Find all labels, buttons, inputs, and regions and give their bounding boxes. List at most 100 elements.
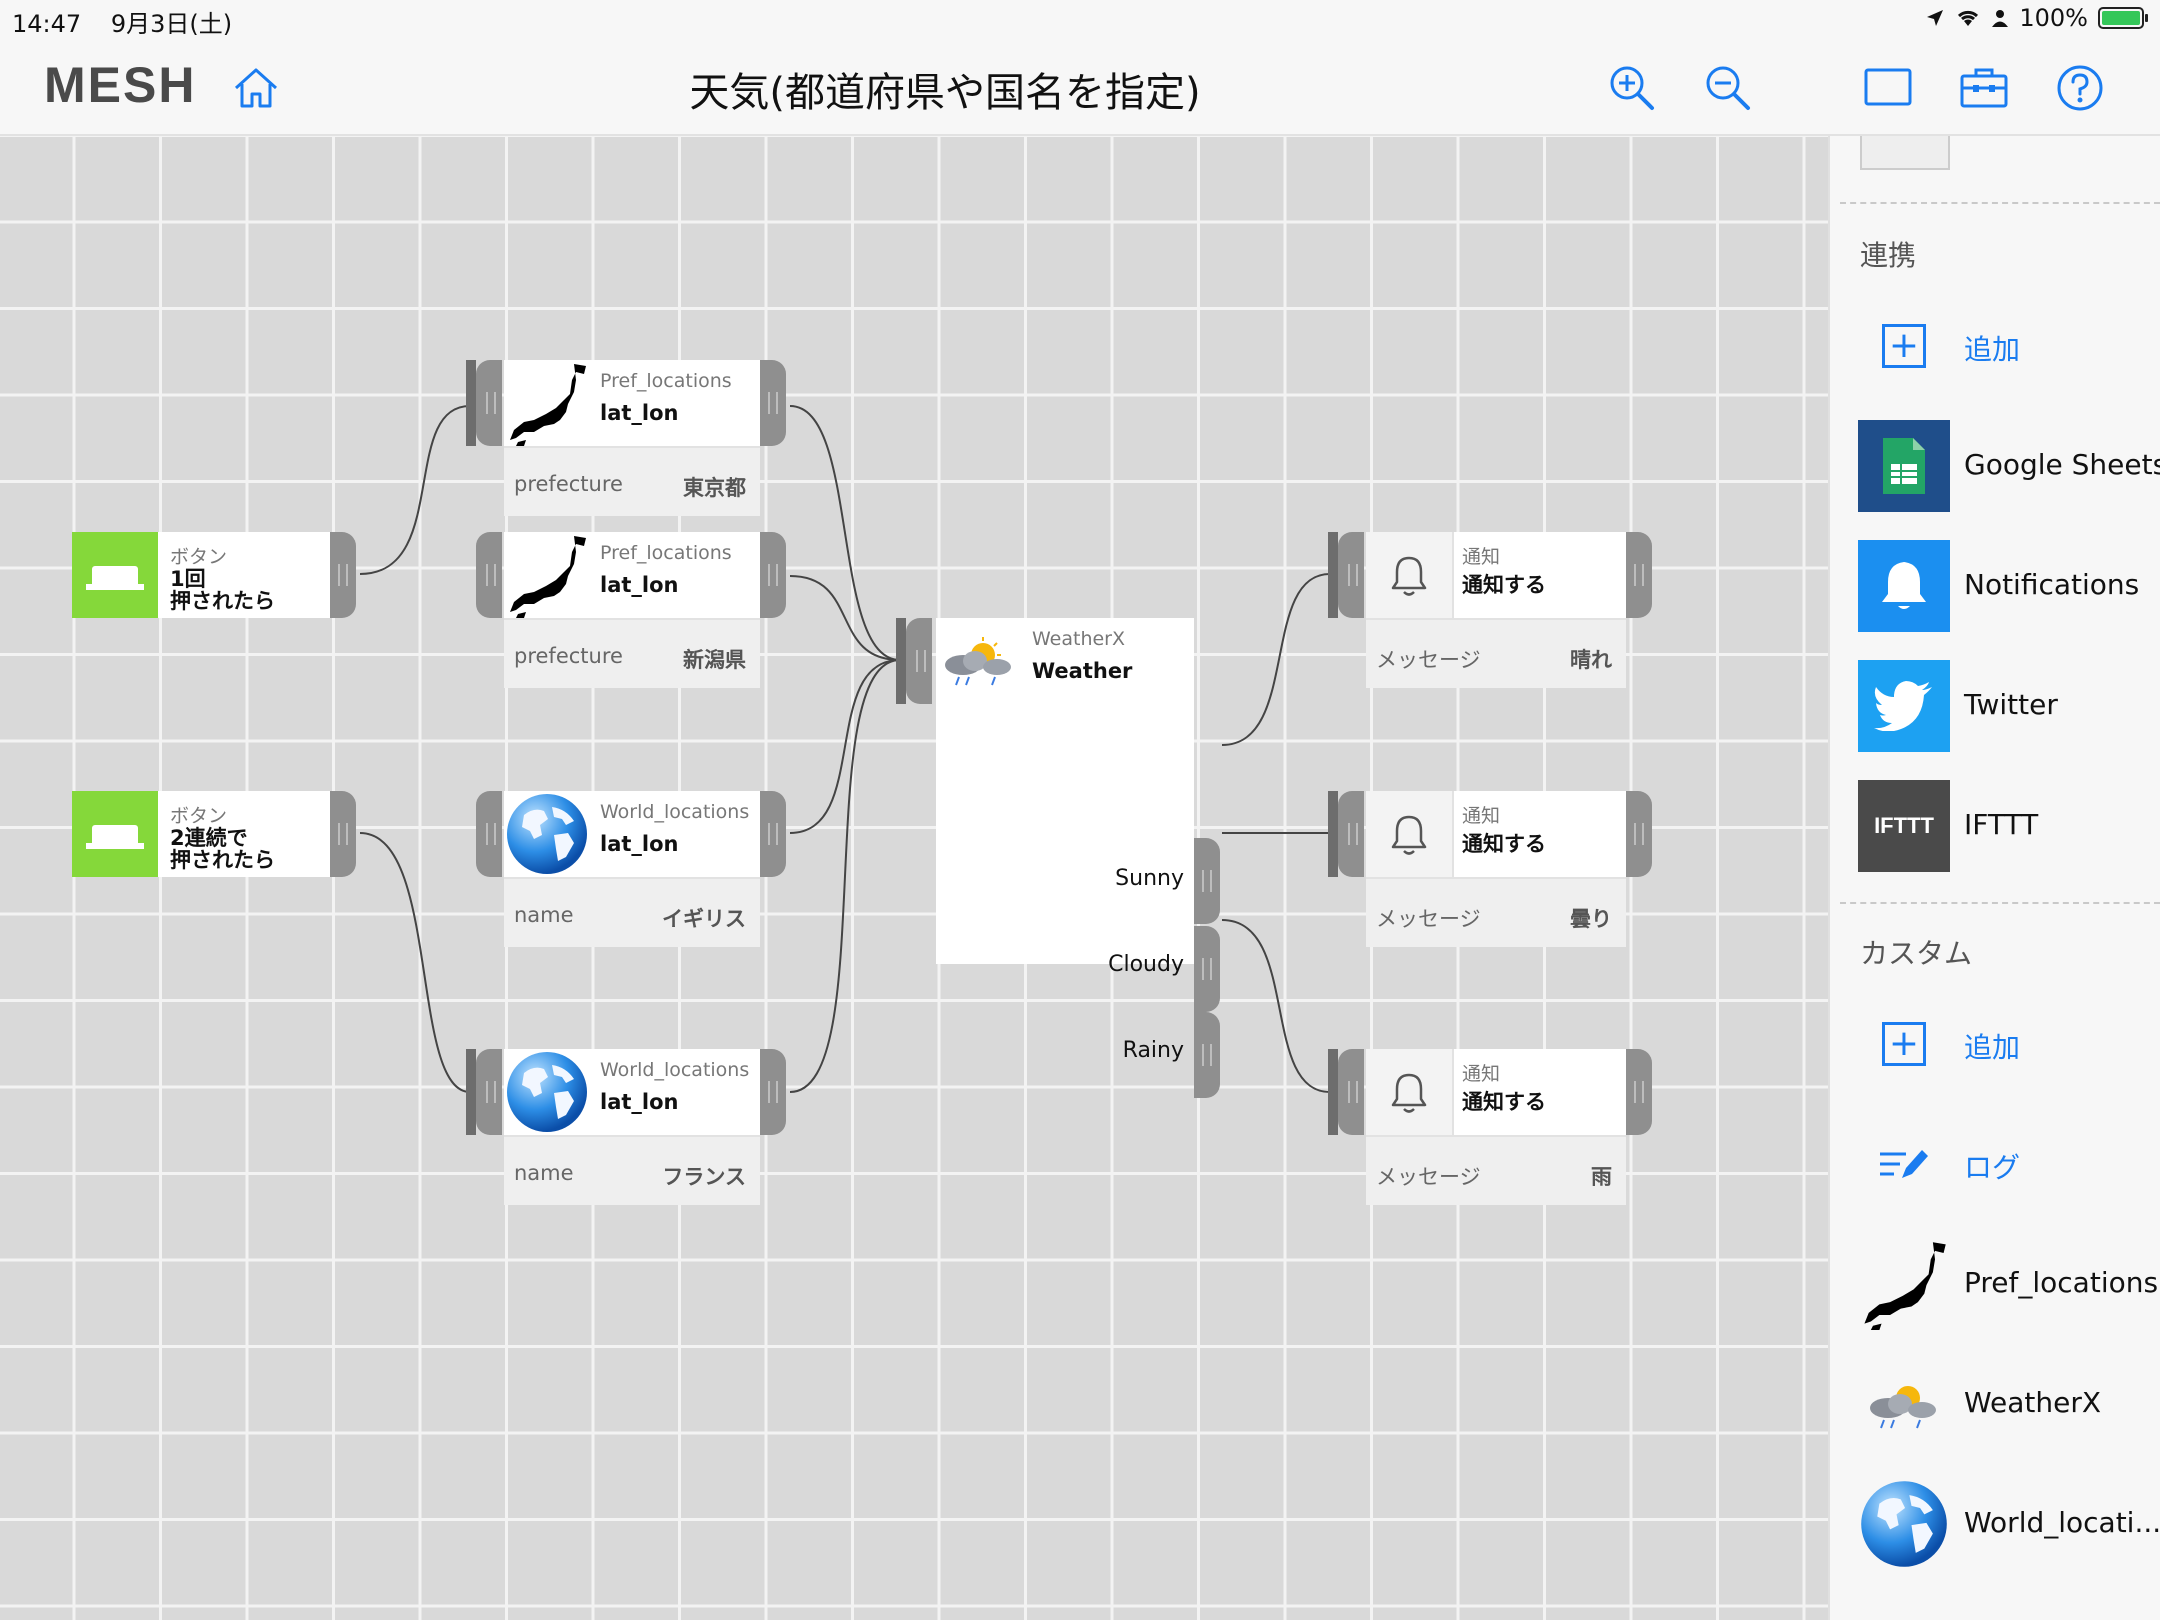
input-connector[interactable] [476, 360, 502, 446]
zoom-in-icon[interactable] [1604, 60, 1660, 116]
world-locations-block[interactable]: World_locations lat_lon [504, 791, 760, 877]
input-connector[interactable] [1338, 532, 1364, 618]
block-type-label: World_locations [600, 1059, 750, 1081]
button-block[interactable]: ボタン 1回 押されたら [72, 532, 330, 618]
app-logo: MESH [44, 57, 197, 113]
input-bracket [1328, 791, 1338, 877]
input-bracket [1328, 1049, 1338, 1135]
block-action-label: Weather [1032, 659, 1133, 683]
property-row[interactable]: name フランス [504, 1135, 760, 1205]
block-type-label: World_locations [600, 801, 750, 823]
zoom-out-icon[interactable] [1700, 60, 1756, 116]
toolbox-icon[interactable] [1956, 60, 2012, 116]
output-connector[interactable] [1626, 1049, 1652, 1135]
wifi-icon [1958, 10, 1979, 26]
property-row[interactable]: prefecture 東京都 [504, 446, 760, 516]
property-value: 東京都 [683, 476, 746, 500]
block-action-line1: 1回 [170, 567, 206, 591]
block-action-line1: 2連続で [170, 826, 248, 850]
block-action-label: 通知する [1462, 1090, 1546, 1114]
person-icon [1992, 10, 2009, 27]
wire [789, 659, 901, 834]
palette-item-notifications[interactable]: Notifications [1858, 540, 2158, 632]
input-bracket [466, 360, 476, 446]
output-connector[interactable] [760, 532, 786, 618]
google-sheets-icon [1858, 420, 1950, 512]
output-connector[interactable] [330, 791, 356, 877]
add-custom-button[interactable]: + 追加 [1858, 998, 2158, 1090]
add-linkage-button[interactable]: + 追加 [1858, 300, 2158, 392]
wire [359, 405, 471, 575]
input-connector[interactable] [1338, 1049, 1364, 1135]
block-action-label: lat_lon [600, 832, 679, 856]
palette-item-pref-locations[interactable]: Pref_locations [1858, 1238, 2158, 1330]
property-row[interactable]: メッセージ 曇り [1366, 877, 1626, 947]
property-value: 新潟県 [683, 648, 746, 672]
input-connector[interactable] [476, 791, 502, 877]
bell-icon [1366, 532, 1454, 618]
input-connector[interactable] [1338, 791, 1364, 877]
output-connector-cloudy[interactable] [1194, 926, 1220, 1012]
output-connector[interactable] [760, 360, 786, 446]
globe-icon [504, 1049, 590, 1135]
weather-block[interactable]: WeatherX Weather Sunny Cloudy Rainy [936, 618, 1194, 1063]
status-time: 14:47 [12, 10, 82, 38]
palette-item-log[interactable]: ログ [1858, 1118, 2158, 1210]
block-type-label: 通知 [1462, 805, 1501, 827]
property-value: イギリス [662, 907, 746, 931]
input-connector[interactable] [906, 618, 932, 704]
program-canvas[interactable]: ボタン 1回 押されたら ボタン 2連続で 押されたら Pref_locatio… [0, 136, 1828, 1620]
output-connector[interactable] [1626, 532, 1652, 618]
block-action-label: 通知する [1462, 832, 1546, 856]
input-bracket [466, 1049, 476, 1135]
help-icon[interactable] [2052, 60, 2108, 116]
home-icon[interactable] [230, 62, 282, 114]
port-label-sunny: Sunny [1115, 866, 1184, 891]
output-connector[interactable] [760, 1049, 786, 1135]
notification-block[interactable]: 通知 通知する [1366, 1049, 1626, 1135]
bell-icon [1366, 791, 1454, 877]
globe-icon [1858, 1478, 1950, 1570]
bell-icon [1858, 540, 1950, 632]
panel-toggle-icon[interactable] [1860, 60, 1916, 116]
property-value: 曇り [1570, 907, 1612, 931]
add-label: 追加 [1964, 333, 2021, 366]
output-connector[interactable] [330, 532, 356, 618]
block-type-label: 通知 [1462, 1063, 1501, 1085]
output-connector-sunny[interactable] [1194, 838, 1220, 924]
palette-item-weatherx[interactable]: WeatherX [1858, 1358, 2158, 1450]
palette-item-google-sheets[interactable]: Google Sheets [1858, 420, 2160, 512]
property-value: フランス [662, 1165, 746, 1189]
world-locations-block[interactable]: World_locations lat_lon [504, 1049, 760, 1135]
block-type-label: Pref_locations [600, 370, 732, 392]
palette-item-ifttt[interactable]: IFTTT IFTTT [1858, 780, 2158, 872]
button-block[interactable]: ボタン 2連続で 押されたら [72, 791, 330, 877]
tool-palette[interactable]: 連携 + 追加 Google Sheets Notifications Twit… [1828, 136, 2160, 1620]
partial-palette-item[interactable] [1860, 136, 1950, 170]
palette-item-world-locations[interactable]: World_locati... [1858, 1478, 2160, 1570]
pref-locations-block[interactable]: Pref_locations lat_lon [504, 532, 760, 618]
property-row[interactable]: メッセージ 晴れ [1366, 618, 1626, 688]
notification-block[interactable]: 通知 通知する [1366, 791, 1626, 877]
property-row[interactable]: name イギリス [504, 877, 760, 947]
input-connector[interactable] [476, 1049, 502, 1135]
weather-icon [936, 618, 1022, 704]
property-row[interactable]: メッセージ 雨 [1366, 1135, 1626, 1205]
output-connector[interactable] [1626, 791, 1652, 877]
palette-item-label: Pref_locations [1964, 1266, 2159, 1299]
palette-item-label: Google Sheets [1964, 448, 2160, 481]
output-connector-rainy[interactable] [1194, 1012, 1220, 1098]
output-connector[interactable] [760, 791, 786, 877]
input-connector[interactable] [476, 532, 502, 618]
property-key: prefecture [514, 644, 623, 668]
notification-block[interactable]: 通知 通知する [1366, 532, 1626, 618]
block-action-line2: 押されたら [170, 589, 275, 613]
weather-icon [1858, 1358, 1950, 1450]
section-title-linkage: 連携 [1860, 239, 1917, 272]
pref-locations-block[interactable]: Pref_locations lat_lon [504, 360, 760, 446]
japan-map-icon [1858, 1238, 1950, 1330]
globe-icon [504, 791, 590, 877]
property-key: メッセージ [1376, 907, 1481, 931]
palette-item-twitter[interactable]: Twitter [1858, 660, 2158, 752]
property-row[interactable]: prefecture 新潟県 [504, 618, 760, 688]
